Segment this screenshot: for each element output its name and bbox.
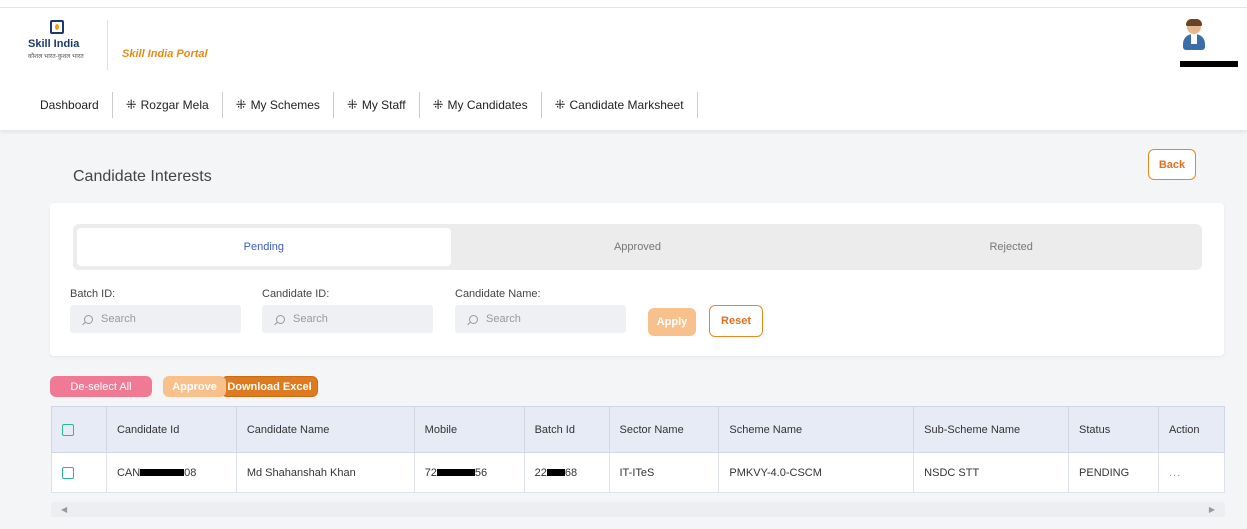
nav-label: My Candidates [447,98,528,112]
app-header: Skill India कौशल भारत-कुशल भारत Skill In… [0,8,1247,130]
network-icon: ⁜ [235,97,247,112]
nav-label: Dashboard [40,98,99,112]
candidate-name-search-input[interactable]: Search [455,305,626,333]
deselect-all-button[interactable]: De-select All [50,376,152,397]
nav-dashboard[interactable]: Dashboard [40,92,113,118]
header-divider [107,20,108,70]
candidate-name-label: Candidate Name: [455,288,541,300]
column-header[interactable]: Candidate Id [105,406,237,453]
column-header[interactable]: Candidate Name [235,406,415,453]
candidate-name-cell: Md Shahanshah Khan [235,452,415,493]
scheme-cell: PMKVY-4.0-CSCM [718,452,915,493]
candidate-id-prefix: CAN [116,466,141,479]
network-icon: ⁜ [346,97,358,112]
candidate-id-label: Candidate ID: [262,288,330,300]
batch-id-label: Batch ID: [70,288,116,300]
scroll-right-icon[interactable]: ▶ [1209,505,1215,514]
batch-suffix: 68 [564,466,578,479]
column-header[interactable]: Batch Id [523,406,610,453]
avatar-hair [1186,19,1202,26]
tab-pending[interactable]: Pending [77,228,451,266]
network-icon: ⁜ [125,97,137,112]
download-excel-button[interactable]: Download Excel [221,376,318,397]
column-header[interactable]: Action [1157,406,1226,453]
page-title: Candidate Interests [73,168,212,185]
column-header[interactable]: Status [1068,406,1159,453]
sector-cell: IT-ITeS [608,452,720,493]
logo-tagline: कौशल भारत-कुशल भारत [28,54,84,60]
top-strip [0,0,1247,8]
batch-prefix: 22 [534,466,547,479]
nav-my-schemes[interactable]: ⁜ My Schemes [223,92,334,118]
column-header[interactable]: Scheme Name [718,406,915,453]
nav-my-candidates[interactable]: ⁜ My Candidates [420,92,542,118]
main-nav: Dashboard ⁜ Rozgar Mela ⁜ My Schemes ⁜ M… [40,90,698,120]
row-checkbox[interactable] [62,466,74,479]
redaction [140,469,185,477]
mobile-suffix: 56 [474,466,488,479]
filter-card: Pending Approved Rejected Batch ID: Cand… [50,203,1224,356]
approve-button[interactable]: Approve [163,376,226,397]
batch-id-cell: 22 68 [523,452,610,493]
candidate-id-cell: CAN 08 [105,452,237,493]
column-header[interactable]: Sector Name [608,406,720,453]
nav-label: My Schemes [250,98,320,112]
user-name-redacted [1180,61,1238,67]
search-icon [84,314,93,324]
search-placeholder: Search [486,313,521,325]
candidates-table: Candidate Id Candidate Name Mobile Batch… [51,406,1226,493]
sub-scheme-cell: NSDC STT [913,452,1070,493]
candidate-id-search-input[interactable]: Search [262,305,433,333]
search-icon [469,314,478,324]
scroll-left-icon[interactable]: ◀ [61,505,67,514]
back-button[interactable]: Back [1148,149,1196,180]
row-select-cell [51,452,107,493]
column-header[interactable]: Mobile [413,406,525,453]
user-avatar[interactable] [1180,19,1208,54]
tab-rejected[interactable]: Rejected [824,228,1198,266]
select-all-cell [51,406,107,453]
batch-id-search-input[interactable]: Search [70,305,241,333]
portal-title: Skill India Portal [122,48,208,60]
redaction [436,469,475,477]
table-header-row: Candidate Id Candidate Name Mobile Batch… [51,406,1226,453]
tab-approved[interactable]: Approved [451,228,825,266]
mobile-cell: 72 56 [413,452,525,493]
network-icon: ⁜ [554,97,566,112]
table-row: CAN 08 Md Shahanshah Khan 72 56 22 68 IT-IT… [51,452,1226,493]
column-header[interactable]: Sub-Scheme Name [913,406,1070,453]
nav-label: Rozgar Mela [140,98,209,112]
emblem-icon [50,20,64,34]
skill-india-logo[interactable]: Skill India कौशल भारत-कुशल भारत [28,18,88,68]
reset-button[interactable]: Reset [709,305,763,337]
nav-my-staff[interactable]: ⁜ My Staff [334,92,420,118]
network-icon: ⁜ [432,97,444,112]
nav-candidate-marksheet[interactable]: ⁜ Candidate Marksheet [542,92,698,118]
action-cell: ... [1157,452,1226,493]
redaction [546,469,565,477]
nav-rozgar-mela[interactable]: ⁜ Rozgar Mela [113,92,223,118]
logo-name: Skill India [28,38,80,50]
candidate-id-suffix: 08 [184,466,197,479]
horizontal-scrollbar[interactable]: ◀ ▶ [51,502,1225,517]
nav-label: My Staff [361,98,406,112]
search-placeholder: Search [293,313,328,325]
nav-label: Candidate Marksheet [569,98,684,112]
select-all-checkbox[interactable] [62,423,74,436]
more-actions-icon[interactable]: ... [1169,467,1181,479]
avatar-collar [1191,34,1197,44]
apply-button[interactable]: Apply [648,308,696,336]
mobile-prefix: 72 [424,466,437,479]
search-icon [276,314,285,324]
status-cell: PENDING [1068,452,1159,493]
search-placeholder: Search [101,313,136,325]
status-tabs: Pending Approved Rejected [73,224,1202,270]
